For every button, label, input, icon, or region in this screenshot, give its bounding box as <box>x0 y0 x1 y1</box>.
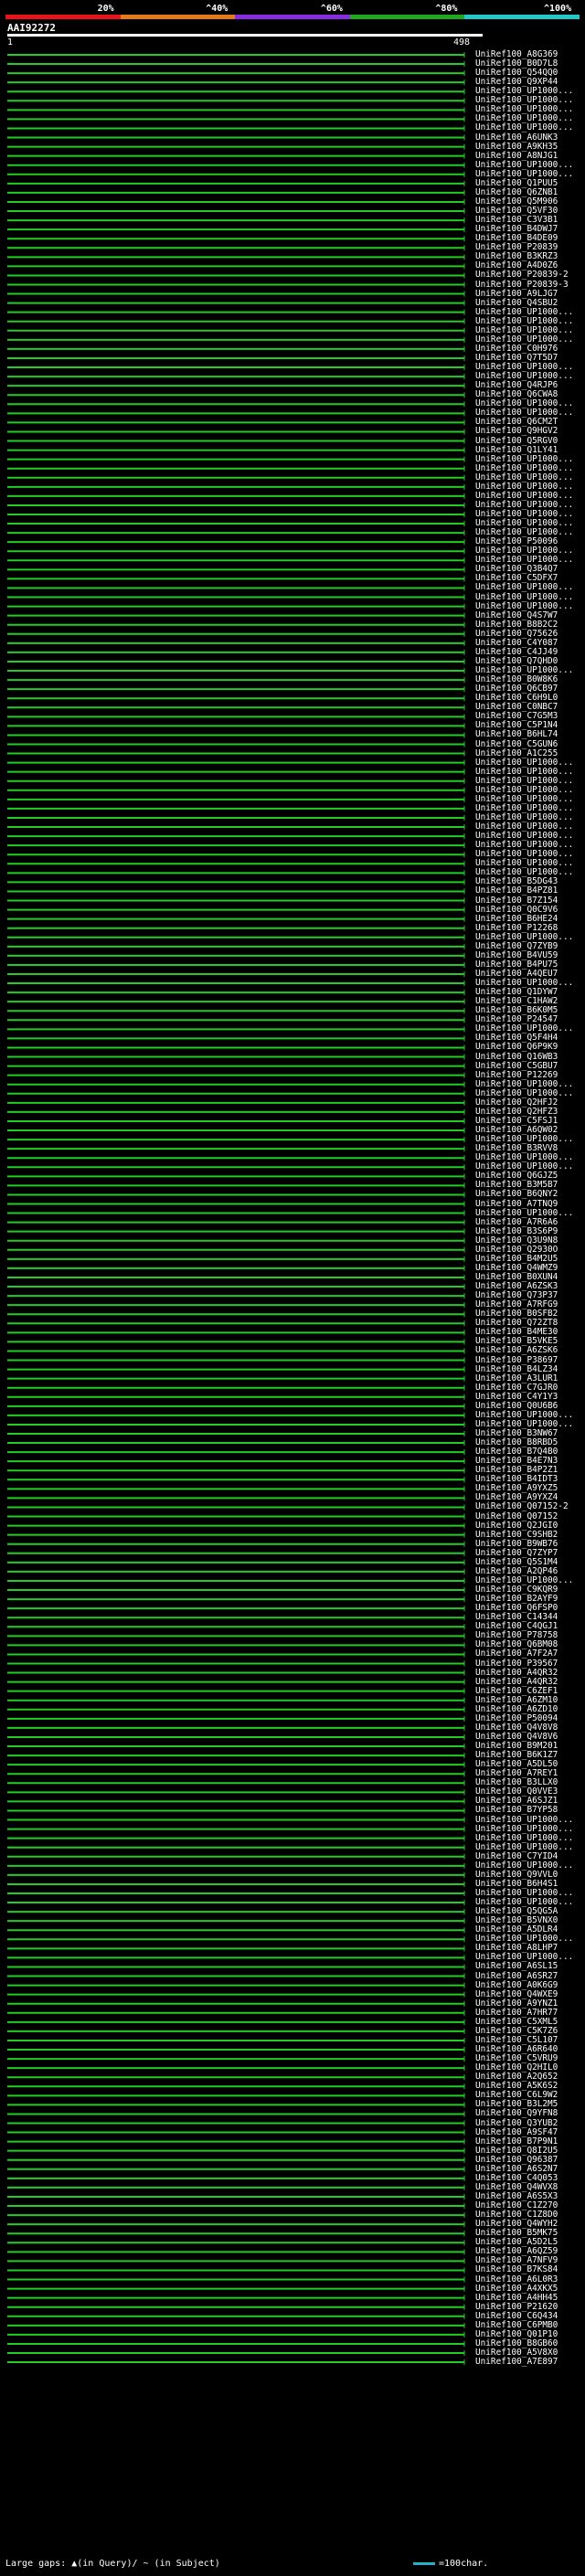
hit-label[interactable]: UniRef100_B6HL74 <box>475 730 558 739</box>
hit-label[interactable]: UniRef100_UP1000... <box>475 123 573 133</box>
hit-label[interactable]: UniRef100_P20839-3 <box>475 280 569 290</box>
hit-label[interactable]: UniRef100_A7F2A7 <box>475 1649 558 1659</box>
hit-label[interactable]: UniRef100_P20839-2 <box>475 270 569 280</box>
identity-color-scale: 20% ^40% ^60% ^80% ^100% <box>5 4 580 19</box>
hit-label[interactable]: UniRef100_B6QNY2 <box>475 1190 558 1199</box>
hit-label[interactable]: UniRef100_B4PZ81 <box>475 886 558 896</box>
hit-label[interactable]: UniRef100_B7KS84 <box>475 2265 558 2274</box>
identity-scale-segment <box>120 15 236 19</box>
hit-label[interactable]: UniRef100_Q9HGV2 <box>475 427 558 436</box>
identity-scale-segment <box>349 15 465 19</box>
query-ruler <box>7 34 483 37</box>
hit-label[interactable]: UniRef100_B7YP58 <box>475 1806 558 1815</box>
hit-label[interactable]: UniRef100_Q07152-2 <box>475 1502 569 1511</box>
identity-scale-label: ^100% <box>544 4 572 14</box>
identity-scale-label: ^60% <box>320 4 343 14</box>
hit-label[interactable]: UniRef100_A6SL15 <box>475 1962 558 1971</box>
identity-scale-label: ^40% <box>206 4 229 14</box>
scale-swatch-icon <box>413 2561 435 2565</box>
hit-label[interactable]: UniRef100_A6ZSK6 <box>475 1346 558 1355</box>
hit-label[interactable]: UniRef100_Q6P9K9 <box>475 1043 558 1052</box>
query-start-position: 1 <box>7 37 14 48</box>
hit-label[interactable]: UniRef100_Q3YUB2 <box>475 2118 558 2128</box>
scale-legend: =100char. <box>413 2559 488 2569</box>
legend-footer: Large gaps: ▲(in Query)/ ~ (in Subject) … <box>5 2559 580 2571</box>
gap-legend: Large gaps: ▲(in Query)/ ~ (in Subject) <box>5 2559 220 2569</box>
query-name: AAI92272 <box>7 22 56 34</box>
hit-label[interactable]: UniRef100_UP1000... <box>475 583 573 592</box>
identity-scale-label: 20% <box>97 4 114 14</box>
hit-label[interactable]: UniRef100_Q9YFN8 <box>475 2109 558 2118</box>
identity-scale-segment <box>5 15 121 19</box>
query-end-position: 498 <box>453 37 471 48</box>
hit-label[interactable]: UniRef100_P39567 <box>475 1659 558 1669</box>
scale-legend-text: =100char. <box>439 2559 489 2569</box>
identity-scale-label: ^80% <box>435 4 458 14</box>
identity-scale-segment <box>464 15 580 19</box>
identity-scale-segment <box>235 15 350 19</box>
hit-label[interactable]: UniRef100_C5GUN6 <box>475 739 558 749</box>
hit-label[interactable]: UniRef100_A7E897 <box>475 2358 558 2367</box>
hit-label[interactable]: UniRef100_A7TNQ9 <box>475 1199 558 1209</box>
